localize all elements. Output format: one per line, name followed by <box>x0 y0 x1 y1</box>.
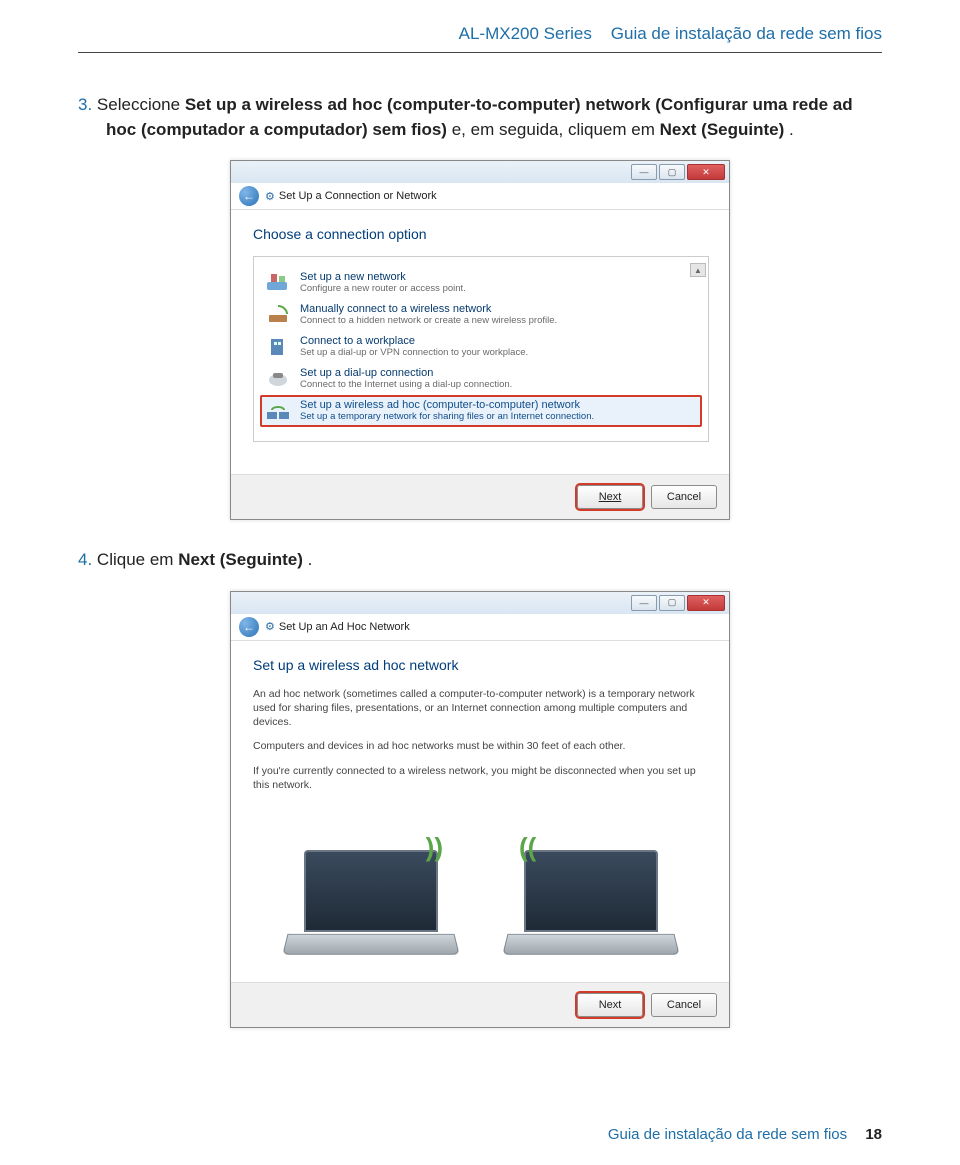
option-title: Set up a dial-up connection <box>300 367 512 379</box>
option-title: Set up a wireless ad hoc (computer-to-co… <box>300 399 594 411</box>
dialog1-heading: Choose a connection option <box>253 226 709 242</box>
next-button-label: Next <box>599 999 622 1011</box>
header-doc-title: Guia de instalação da rede sem fios <box>611 24 882 43</box>
cancel-button-label: Cancel <box>667 999 701 1011</box>
connection-option-list: ▲ Set up a new network Configure a new r… <box>253 256 709 442</box>
adhoc-icon <box>264 399 292 423</box>
cancel-button[interactable]: Cancel <box>651 485 717 509</box>
cancel-button[interactable]: Cancel <box>651 993 717 1017</box>
option-title: Manually connect to a wireless network <box>300 303 557 315</box>
adhoc-wizard-icon: ⚙ <box>265 620 275 633</box>
option-desc: Connect to a hidden network or create a … <box>300 315 557 326</box>
step-3-mid: e, em seguida, cliquem em <box>452 120 660 139</box>
step-4-number: 4. <box>78 550 92 569</box>
next-button[interactable]: Next <box>577 993 643 1017</box>
router-icon <box>264 271 292 295</box>
phone-icon <box>264 367 292 391</box>
option-title: Set up a new network <box>300 271 466 283</box>
next-button[interactable]: Next <box>577 485 643 509</box>
next-button-label: Next <box>599 491 622 503</box>
wireless-wave-icon: )) <box>426 832 443 863</box>
option-dialup[interactable]: Set up a dial-up connection Connect to t… <box>260 363 702 395</box>
option-connect-workplace[interactable]: Connect to a workplace Set up a dial-up … <box>260 331 702 363</box>
scroll-up-icon[interactable]: ▲ <box>690 263 706 277</box>
step-4-bold-next: Next (Seguinte) <box>178 550 303 569</box>
minimize-icon[interactable]: — <box>631 164 657 180</box>
step-3-bold-next: Next (Seguinte) <box>660 120 785 139</box>
laptop-right: (( <box>501 850 681 970</box>
close-icon[interactable]: ✕ <box>687 164 725 180</box>
option-desc: Configure a new router or access point. <box>300 283 466 294</box>
dialog1-titlebar: — ▢ ✕ <box>231 161 729 183</box>
option-desc: Set up a temporary network for sharing f… <box>300 411 594 422</box>
dialog1-footer: Next Cancel <box>231 474 729 519</box>
dialog1-breadcrumb: ← ⚙ Set Up a Connection or Network <box>231 183 729 210</box>
dialog-setup-connection: — ▢ ✕ ← ⚙ Set Up a Connection or Network… <box>230 160 730 520</box>
step-3-pre: Seleccione <box>97 95 185 114</box>
step-3-number: 3. <box>78 95 92 114</box>
page-header: AL-MX200 Series Guia de instalação da re… <box>78 24 882 44</box>
cancel-button-label: Cancel <box>667 491 701 503</box>
option-new-network[interactable]: Set up a new network Configure a new rou… <box>260 267 702 299</box>
dialog2-heading: Set up a wireless ad hoc network <box>253 657 709 673</box>
step-4: 4. Clique em Next (Seguinte) . <box>78 548 882 573</box>
back-arrow-icon[interactable]: ← <box>239 186 259 206</box>
dialog2-footer: Next Cancel <box>231 982 729 1027</box>
dialog1-title: Set Up a Connection or Network <box>279 190 437 202</box>
page-footer: Guia de instalação da rede sem fios 18 <box>608 1126 882 1143</box>
close-icon[interactable]: ✕ <box>687 595 725 611</box>
adhoc-illustration: )) (( <box>253 800 709 970</box>
dialog2-titlebar: — ▢ ✕ <box>231 592 729 614</box>
option-adhoc-network[interactable]: Set up a wireless ad hoc (computer-to-co… <box>260 395 702 427</box>
step-3-post: . <box>789 120 794 139</box>
laptop-left: )) <box>281 850 461 970</box>
header-rule <box>78 52 882 53</box>
wireless-wave-icon: (( <box>519 832 536 863</box>
minimize-icon[interactable]: — <box>631 595 657 611</box>
wireless-icon <box>264 303 292 327</box>
dialog2-paragraph-3: If you're currently connected to a wirel… <box>253 764 709 792</box>
back-arrow-icon[interactable]: ← <box>239 617 259 637</box>
dialog2-breadcrumb: ← ⚙ Set Up an Ad Hoc Network <box>231 614 729 641</box>
footer-page-number: 18 <box>865 1126 882 1143</box>
step-4-pre: Clique em <box>97 550 178 569</box>
maximize-icon[interactable]: ▢ <box>659 164 685 180</box>
dialog2-paragraph-1: An ad hoc network (sometimes called a co… <box>253 687 709 730</box>
dialog2-title: Set Up an Ad Hoc Network <box>279 621 410 633</box>
option-title: Connect to a workplace <box>300 335 528 347</box>
header-series: AL-MX200 Series <box>459 24 592 43</box>
step-3: 3. Seleccione Set up a wireless ad hoc (… <box>78 93 882 142</box>
wizard-icon: ⚙ <box>265 190 275 203</box>
option-manual-wireless[interactable]: Manually connect to a wireless network C… <box>260 299 702 331</box>
dialog2-paragraph-2: Computers and devices in ad hoc networks… <box>253 739 709 753</box>
option-desc: Connect to the Internet using a dial-up … <box>300 379 512 390</box>
maximize-icon[interactable]: ▢ <box>659 595 685 611</box>
dialog-setup-adhoc: — ▢ ✕ ← ⚙ Set Up an Ad Hoc Network Set u… <box>230 591 730 1028</box>
building-icon <box>264 335 292 359</box>
footer-text: Guia de instalação da rede sem fios <box>608 1126 847 1143</box>
option-desc: Set up a dial-up or VPN connection to yo… <box>300 347 528 358</box>
step-4-post: . <box>308 550 313 569</box>
page: AL-MX200 Series Guia de instalação da re… <box>0 0 960 1165</box>
